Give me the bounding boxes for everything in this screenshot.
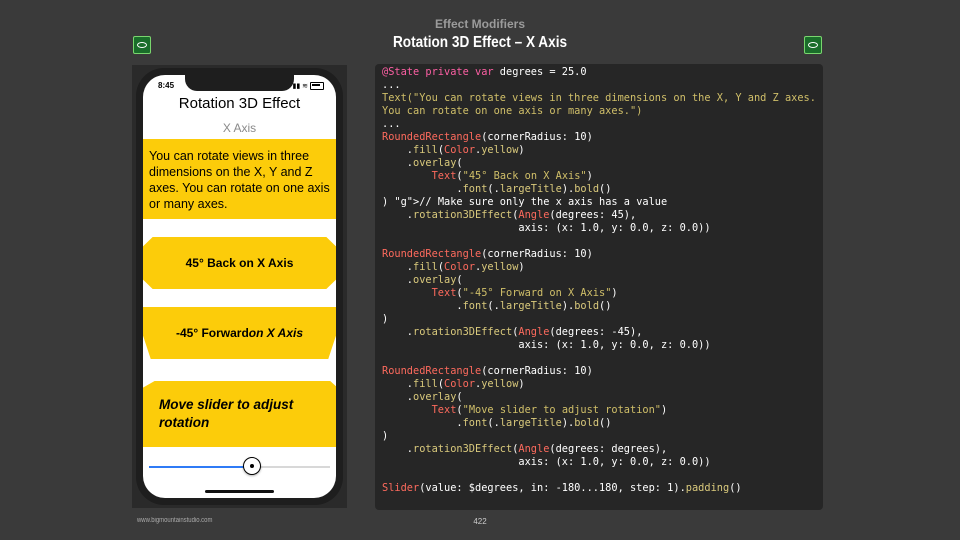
code-line: RoundedRectangle(cornerRadius: 10)	[382, 365, 593, 377]
code-line: Text("-45° Forward on X Axis")	[431, 287, 618, 299]
code-line: .font(.largeTitle).bold()	[382, 300, 612, 312]
card-45-forward-label-b: on X Axis	[248, 326, 304, 340]
code-line: You can rotate on one axis or many axes.…	[382, 105, 643, 117]
card-slider-rotation: Move slider to adjust rotation	[143, 381, 336, 447]
code-line: .rotation3DEffect(Angle(degrees: -45),	[382, 326, 643, 338]
code-panel: @State private var degrees = 25.0... Text…	[375, 64, 823, 510]
code-line: )	[382, 313, 389, 325]
code-line: RoundedRectangle(cornerRadius: 10)	[382, 248, 593, 260]
slider-fill	[149, 466, 253, 468]
description-text: You can rotate views in three dimensions…	[143, 139, 336, 219]
card-45-forward: -45° Forward on X Axis	[143, 307, 336, 359]
code-line: Text("45° Back on X Axis")	[431, 170, 593, 182]
card-slider-label: Move slider to adjust rotation	[159, 397, 294, 430]
degrees-slider[interactable]	[149, 457, 330, 475]
green-badge-icon	[804, 36, 822, 54]
code-line: .overlay(	[382, 274, 463, 286]
code-line: )	[382, 430, 389, 442]
home-indicator	[205, 490, 274, 493]
code-line: Text("Move slider to adjust rotation")	[431, 404, 668, 416]
code-line: .rotation3DEffect(Angle(degrees: 45),	[382, 209, 637, 221]
screen-title: Rotation 3D Effect	[178, 95, 301, 112]
battery-icon	[310, 82, 324, 91]
card-45-back: 45° Back on X Axis	[143, 237, 336, 289]
code-line: axis: (x: 1.0, y: 0.0, z: 0.0))	[382, 456, 711, 468]
phone-screen: 8:45 ▮▮ ≋ Rotation 3D Effect X Axis You …	[143, 75, 336, 498]
code-line: .font(.largeTitle).bold()	[382, 417, 612, 429]
status-icons: ▮▮ ≋	[292, 82, 324, 91]
section-label: Effect Modifiers	[434, 17, 525, 31]
code-line: Text("You can rotate views in three dime…	[382, 92, 816, 104]
card-45-back-label: 45° Back on X Axis	[185, 256, 294, 270]
code-line: axis: (x: 1.0, y: 0.0, z: 0.0))	[382, 339, 711, 351]
notch	[185, 75, 294, 91]
code-line: RoundedRectangle(cornerRadius: 10)	[382, 131, 593, 143]
page-number: 422	[473, 517, 487, 526]
code-line: .fill(Color.yellow)	[382, 144, 525, 156]
page-title: Rotation 3D Effect – X Axis	[392, 34, 568, 51]
card-45-forward-label-a: -45° Forward	[175, 326, 249, 340]
green-badge-icon	[133, 36, 151, 54]
code-line: ...	[382, 79, 401, 91]
wifi-icon: ≋	[302, 83, 309, 90]
status-time: 8:45	[158, 81, 175, 90]
code-line: axis: (x: 1.0, y: 0.0, z: 0.0))	[382, 222, 711, 234]
screen-subtitle: X Axis	[222, 121, 257, 135]
code-line: ...	[382, 118, 401, 130]
code-line: @State private var degrees = 25.0	[382, 66, 587, 78]
code-line: Slider(value: $degrees, in: -180...180, …	[382, 482, 742, 494]
signal-icon: ▮▮	[292, 83, 301, 90]
code-line: .overlay(	[382, 391, 463, 403]
code-line: .rotation3DEffect(Angle(degrees: degrees…	[382, 443, 668, 455]
code-line: .overlay(	[382, 157, 463, 169]
code-line: .font(.largeTitle).bold()	[382, 183, 612, 195]
slider-thumb[interactable]	[243, 457, 262, 475]
code-line: .fill(Color.yellow)	[382, 378, 525, 390]
code-line: ) "g">// Make sure only the x axis has a…	[382, 196, 668, 208]
code-line: .fill(Color.yellow)	[382, 261, 525, 273]
